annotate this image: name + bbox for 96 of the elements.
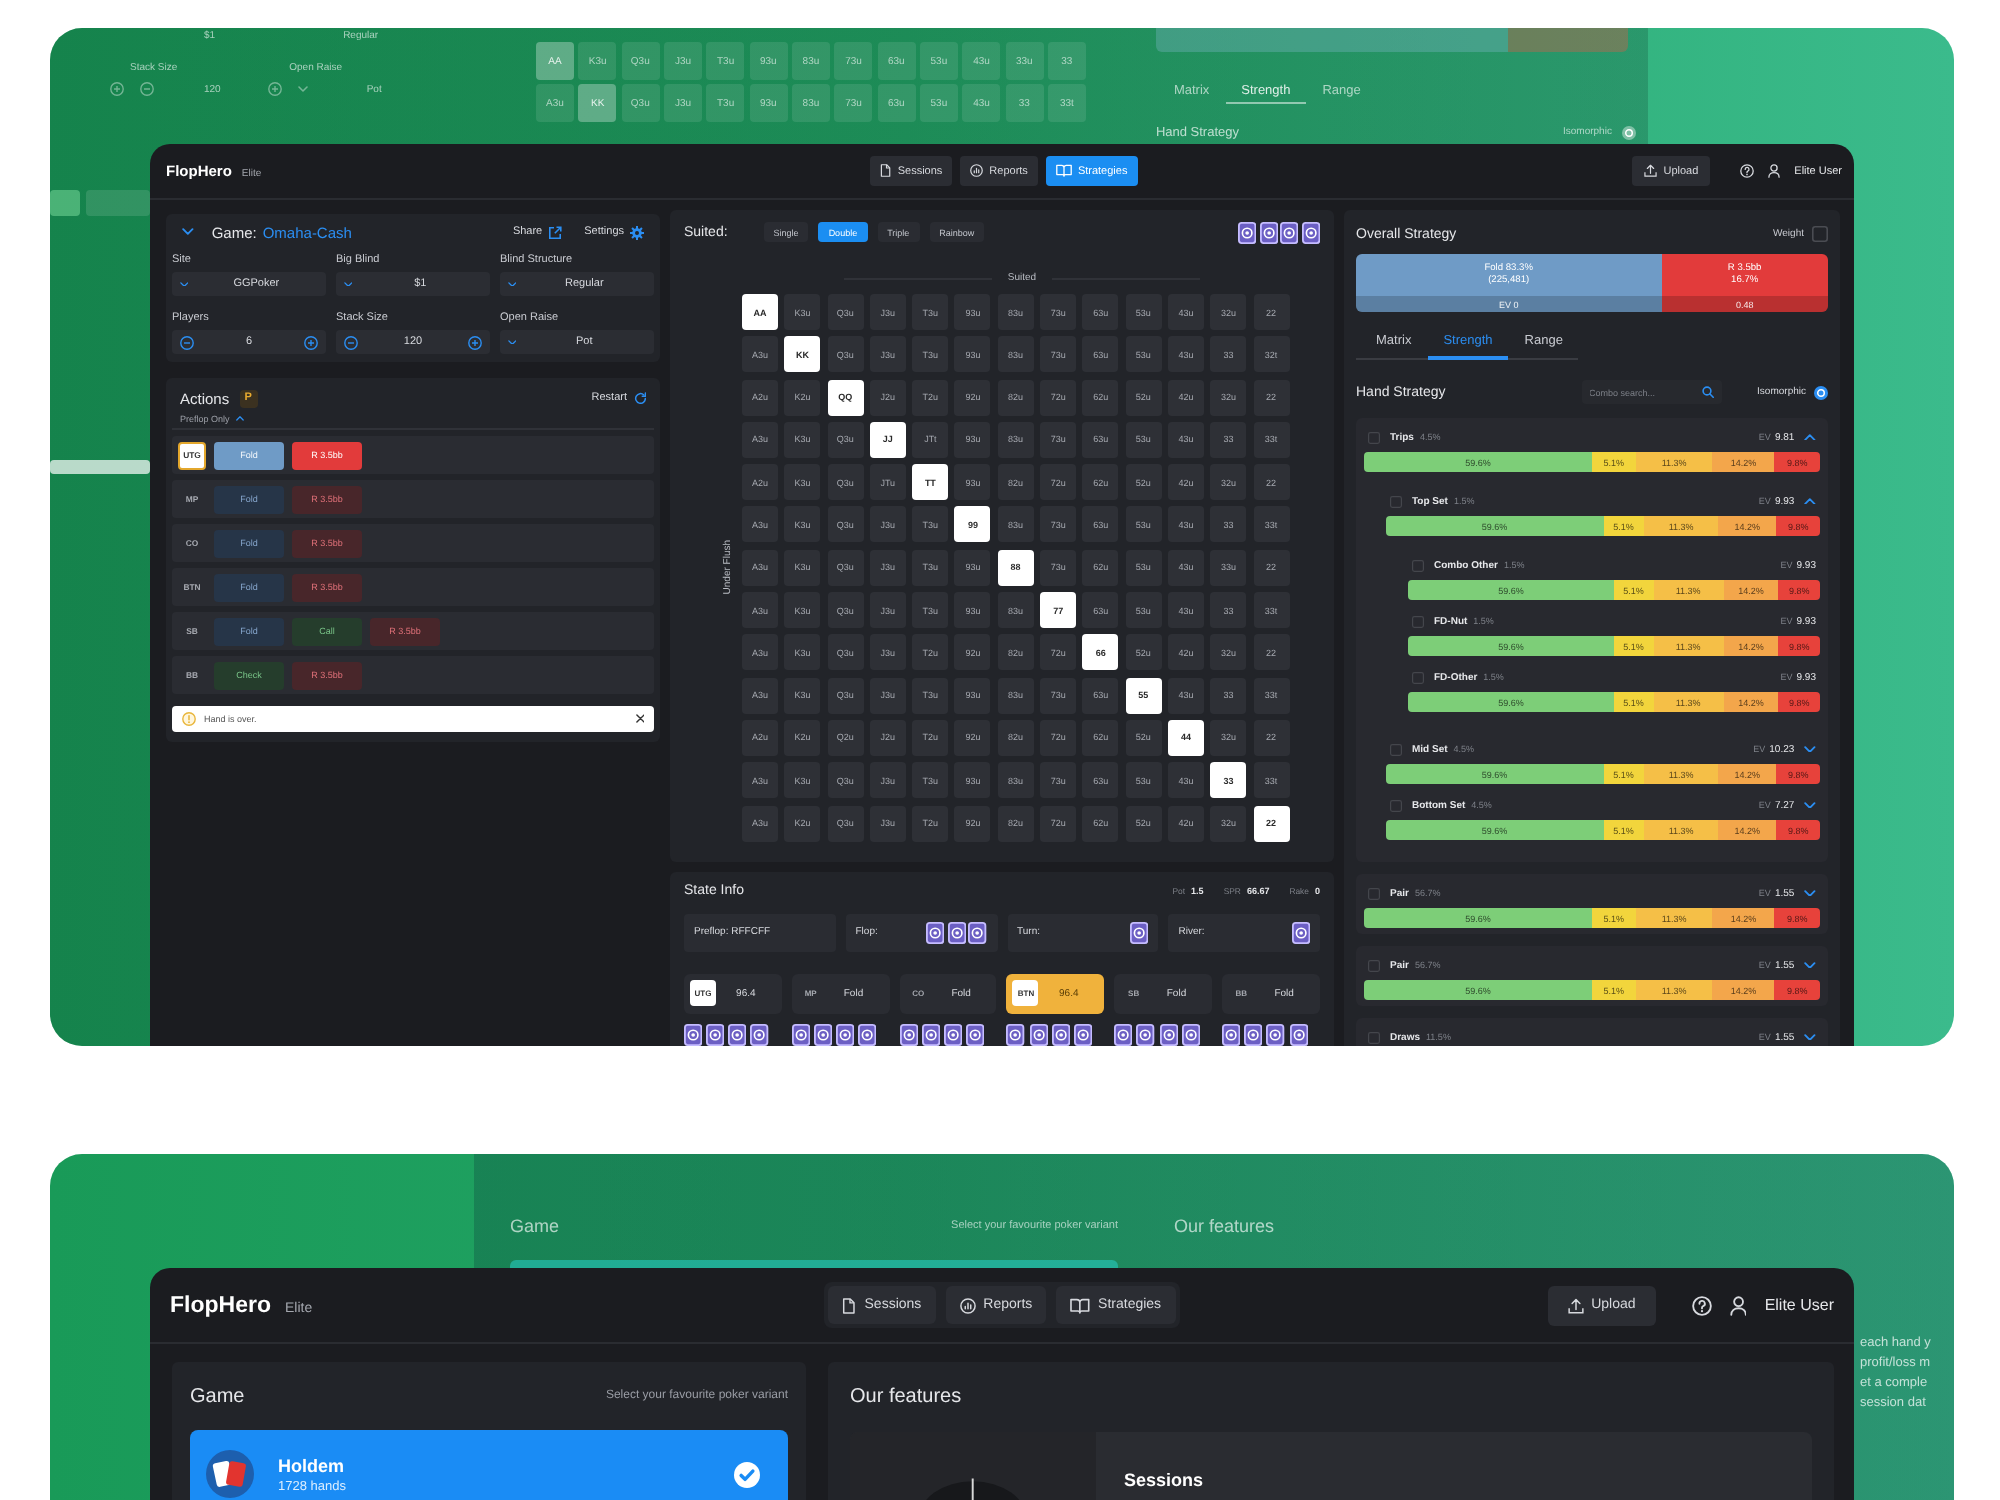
minus-icon[interactable] xyxy=(344,335,358,349)
brand-name: FlopHero xyxy=(170,1293,271,1317)
card-back-icon xyxy=(1237,221,1257,243)
refresh-icon xyxy=(633,391,646,405)
panel-title: Our features xyxy=(850,1385,962,1407)
card-back-icon xyxy=(1159,1023,1178,1046)
ring-icon xyxy=(1621,125,1636,139)
card-back-icon xyxy=(968,921,987,944)
help-icon[interactable] xyxy=(1740,164,1755,178)
book-icon xyxy=(1070,1297,1091,1313)
playing-cards-icon xyxy=(206,1450,254,1498)
card-back-icon xyxy=(1244,1023,1263,1046)
card-back-icon xyxy=(926,921,945,944)
chevron-down-icon[interactable] xyxy=(1804,889,1816,897)
card-back-icon xyxy=(1114,1023,1133,1046)
card-back-icon xyxy=(1222,1023,1241,1046)
share-icon xyxy=(548,225,563,239)
chevron-up-icon[interactable] xyxy=(1804,433,1816,441)
checkbox[interactable] xyxy=(1368,1031,1380,1043)
checkbox[interactable] xyxy=(1390,495,1402,507)
chevron-down-icon[interactable] xyxy=(508,281,517,287)
document-icon xyxy=(880,164,892,178)
card-back-icon xyxy=(1301,221,1320,243)
card-back-icon xyxy=(836,1023,855,1046)
card-back-icon xyxy=(943,1023,963,1046)
button-shape xyxy=(50,190,80,216)
card-back-icon xyxy=(1051,1023,1070,1046)
chart-icon xyxy=(970,164,984,178)
section-title: Our features xyxy=(1174,1216,1275,1236)
upload-icon xyxy=(1644,164,1658,178)
warning-icon xyxy=(182,712,196,726)
card-back-icon xyxy=(684,1023,703,1046)
chevron-down-icon[interactable] xyxy=(180,281,189,287)
chevron-down-icon[interactable] xyxy=(1804,1033,1816,1041)
chevron-down-icon[interactable] xyxy=(508,339,517,345)
checkbox[interactable] xyxy=(1368,887,1380,899)
checkbox[interactable] xyxy=(1368,431,1380,443)
card-back-icon xyxy=(1181,1023,1200,1046)
card-back-icon xyxy=(1136,1023,1156,1046)
plus-icon[interactable] xyxy=(304,335,318,349)
chevron-down-icon[interactable] xyxy=(1804,801,1816,809)
chevron-up-icon[interactable] xyxy=(1804,497,1816,505)
card-back-icon xyxy=(728,1023,747,1046)
search-icon[interactable] xyxy=(1701,386,1714,398)
button-shape xyxy=(86,190,150,216)
help-icon[interactable] xyxy=(1691,1295,1712,1315)
card-back-icon xyxy=(858,1023,877,1046)
card-back-icon xyxy=(750,1023,770,1046)
check-circle-icon xyxy=(734,1461,760,1487)
checkbox[interactable] xyxy=(1390,743,1402,755)
checkbox[interactable] xyxy=(1412,615,1424,627)
close-icon[interactable] xyxy=(635,714,644,724)
book-icon xyxy=(1055,164,1072,178)
card-back-icon xyxy=(706,1023,725,1046)
card-back-icon xyxy=(921,1023,940,1046)
chevron-down-icon[interactable] xyxy=(182,228,194,236)
chevron-down-icon xyxy=(298,86,309,92)
checkbox[interactable] xyxy=(1412,671,1424,683)
checkbox[interactable] xyxy=(1390,799,1402,811)
checkbox[interactable] xyxy=(1368,959,1380,971)
feature-card[interactable]: Sessions xyxy=(850,1432,1812,1500)
variant-name: Holdem xyxy=(278,1455,346,1475)
card-back-icon xyxy=(1029,1023,1048,1046)
card-back-icon xyxy=(1266,1023,1286,1046)
feature-title: Sessions xyxy=(1124,1470,1204,1490)
card-back-icon xyxy=(813,1023,833,1046)
checkbox[interactable] xyxy=(1812,226,1828,242)
card-back-icon xyxy=(1073,1023,1093,1046)
panel-title: Game xyxy=(190,1385,245,1407)
card-back-icon xyxy=(1130,921,1149,944)
user-icon[interactable] xyxy=(1729,1295,1747,1315)
card-back-icon xyxy=(1291,921,1310,944)
card-back-icon xyxy=(1259,221,1278,243)
chevron-down-icon[interactable] xyxy=(1804,961,1816,969)
checkbox[interactable] xyxy=(1412,559,1424,571)
plus-icon[interactable] xyxy=(468,335,482,349)
ring-icon[interactable] xyxy=(1814,385,1828,399)
chevron-down-icon[interactable] xyxy=(1804,745,1816,753)
card-back-icon xyxy=(791,1023,810,1046)
card-back-icon xyxy=(947,921,966,944)
section-title: Game xyxy=(510,1216,560,1236)
card-back-icon xyxy=(966,1023,985,1046)
card-back-icon xyxy=(1289,1023,1308,1046)
upload-icon xyxy=(1567,1297,1584,1313)
minus-icon[interactable] xyxy=(180,335,194,349)
card-back-icon xyxy=(899,1023,918,1046)
card-back-icon xyxy=(1280,221,1299,243)
document-icon xyxy=(842,1297,857,1313)
alert-shape xyxy=(50,460,150,474)
chevron-up-icon[interactable] xyxy=(235,416,244,422)
card-back-icon xyxy=(1006,1023,1026,1046)
chart-icon xyxy=(959,1297,976,1313)
user-name[interactable]: Elite User xyxy=(1764,1296,1834,1314)
user-icon[interactable] xyxy=(1768,164,1781,178)
chevron-down-icon[interactable] xyxy=(344,281,353,287)
settings-icon xyxy=(630,225,644,239)
